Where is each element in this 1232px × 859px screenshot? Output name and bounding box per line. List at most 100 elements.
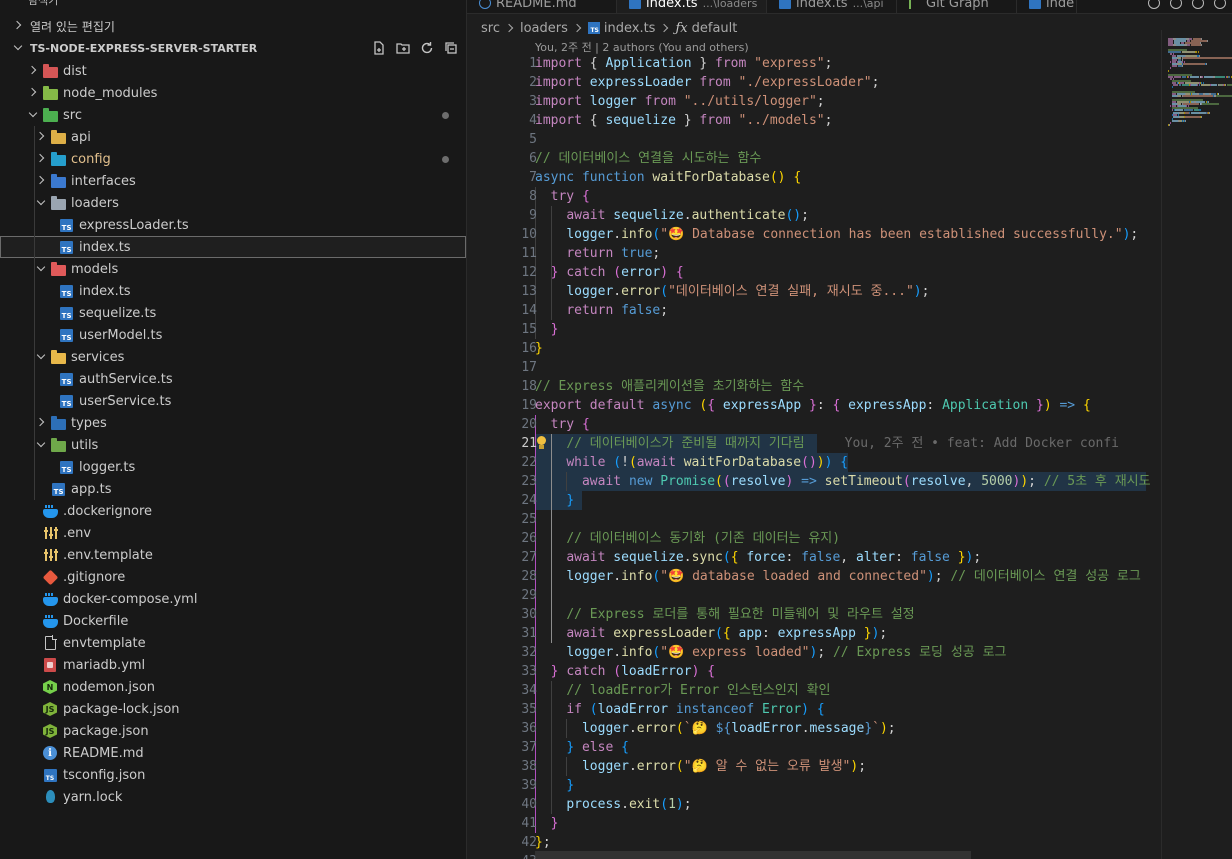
code-line[interactable]: 5 [467, 130, 1161, 149]
code-line[interactable]: 41 } [467, 814, 1161, 833]
history-icon[interactable] [1148, 0, 1160, 9]
go-forward-icon[interactable] [1192, 0, 1204, 9]
code-line[interactable]: 36 logger.error(`🤔 ${loadError.message}`… [467, 719, 1161, 738]
tree-item[interactable]: TS app.ts [0, 478, 466, 500]
new-file-icon[interactable] [371, 40, 387, 56]
tree-item[interactable]: dist [0, 60, 466, 82]
editor-tab[interactable]: README.md [467, 0, 617, 13]
code-line[interactable]: 25 [467, 510, 1161, 529]
code-line[interactable]: 4 import { sequelize } from "../models"; [467, 111, 1161, 130]
code-line[interactable]: 23 await new Promise((resolve) => setTim… [467, 472, 1161, 491]
code-line[interactable]: 35 if (loadError instanceof Error) { [467, 700, 1161, 719]
tree-item[interactable]: types [0, 412, 466, 434]
code-line[interactable]: 40 process.exit(1); [467, 795, 1161, 814]
more-actions-icon[interactable]: ··· [438, 0, 449, 5]
code-line[interactable]: 18// Express 애플리케이션을 초기화하는 함수 [467, 377, 1161, 396]
code-line[interactable]: 19 export default async ({ expressApp }: … [467, 396, 1161, 415]
breadcrumb-symbol[interactable]: default [692, 21, 738, 36]
code-line[interactable]: 7 async function waitForDatabase() { [467, 168, 1161, 187]
code-line[interactable]: 2 import expressLoader from "./expressLoa… [467, 73, 1161, 92]
code-line[interactable]: 6// 데이터베이스 연결을 시도하는 함수 [467, 149, 1161, 168]
git-blame-header[interactable]: You, 2주 전 | 2 authors (You and others) [535, 39, 749, 55]
tree-item[interactable]: JS package.json [0, 720, 466, 742]
lightbulb-icon[interactable] [536, 436, 547, 450]
tree-item[interactable]: TS userModel.ts [0, 324, 466, 346]
tree-item[interactable]: yarn.lock [0, 786, 466, 808]
code-line[interactable]: 32 logger.info("🤩 express loaded"); // E… [467, 643, 1161, 662]
code-line[interactable]: 20 try { [467, 415, 1161, 434]
code-line[interactable]: 22 while (!(await waitForDatabase())) { [467, 453, 1161, 472]
horizontal-scrollbar[interactable] [535, 851, 971, 859]
code-line[interactable]: 15 } [467, 320, 1161, 339]
code-line[interactable]: 30 // Express 로더를 통해 필요한 미들웨어 및 라우트 설정 [467, 605, 1161, 624]
minimap[interactable] [1161, 30, 1232, 859]
code-line[interactable]: 31 await expressLoader({ app: expressApp… [467, 624, 1161, 643]
tree-item[interactable]: TS logger.ts [0, 456, 466, 478]
code-line[interactable]: 42}; [467, 833, 1161, 852]
code-editor[interactable]: 1 import { Application } from "express"; 2… [467, 54, 1161, 859]
tree-item[interactable]: Dockerfile [0, 610, 466, 632]
code-line[interactable]: 34 // loadError가 Error 인스턴스인지 확인 [467, 681, 1161, 700]
info-icon[interactable] [1214, 0, 1226, 9]
tree-item[interactable]: mariadb.yml [0, 654, 466, 676]
tree-item[interactable]: JS package-lock.json [0, 698, 466, 720]
breadcrumb-src[interactable]: src [481, 21, 500, 36]
tree-item[interactable]: TS sequelize.ts [0, 302, 466, 324]
breadcrumb-file[interactable]: index.ts [604, 21, 656, 36]
code-line[interactable]: 3 import logger from "../utils/logger"; [467, 92, 1161, 111]
code-line[interactable]: 27 await sequelize.sync({ force: false, … [467, 548, 1161, 567]
go-back-icon[interactable] [1170, 0, 1182, 9]
code-line[interactable]: 1 import { Application } from "express"; [467, 54, 1161, 73]
code-line[interactable]: 13 logger.error("데이터베이스 연결 실패, 재시도 중..."… [467, 282, 1161, 301]
tree-item[interactable]: TS expressLoader.ts [0, 214, 466, 236]
tree-item[interactable]: node_modules [0, 82, 466, 104]
code-line[interactable]: 21 // 데이터베이스가 준비될 때까지 기다림 You, 2주 전 • fea… [467, 434, 1161, 453]
tree-item[interactable]: TS userService.ts [0, 390, 466, 412]
tree-item[interactable]: TS tsconfig.json [0, 764, 466, 786]
tree-item[interactable]: services [0, 346, 466, 368]
tree-item[interactable]: TS index.ts [0, 236, 466, 258]
breadcrumb-loaders[interactable]: loaders [520, 21, 568, 36]
code-line[interactable]: 17 [467, 358, 1161, 377]
code-line[interactable]: 12 } catch (error) { [467, 263, 1161, 282]
open-editors-section-header[interactable]: 열려 있는 편집기 [0, 15, 466, 37]
tree-item[interactable]: .gitignore [0, 566, 466, 588]
code-line[interactable]: 28 logger.info("🤩 database loaded and co… [467, 567, 1161, 586]
refresh-icon[interactable] [419, 40, 435, 56]
code-line[interactable]: 16} [467, 339, 1161, 358]
project-section-header[interactable]: TS-NODE-EXPRESS-SERVER-STARTER [0, 37, 466, 59]
tree-item[interactable]: src [0, 104, 466, 126]
code-line[interactable]: 10 logger.info("🤩 Database connection ha… [467, 225, 1161, 244]
tree-item[interactable]: loaders [0, 192, 466, 214]
editor-tab[interactable]: Git Graph [897, 0, 1017, 13]
tree-item[interactable]: .env.template [0, 544, 466, 566]
code-line[interactable]: 8 try { [467, 187, 1161, 206]
tree-item[interactable]: .dockerignore [0, 500, 466, 522]
editor-tab[interactable]: index.ts ...\api [767, 0, 897, 13]
code-line[interactable]: 14 return false; [467, 301, 1161, 320]
tree-item[interactable]: i README.md [0, 742, 466, 764]
tree-item[interactable]: TS authService.ts [0, 368, 466, 390]
tree-item[interactable]: .env [0, 522, 466, 544]
editor-tab[interactable]: inde [1017, 0, 1077, 13]
code-line[interactable]: 33 } catch (loadError) { [467, 662, 1161, 681]
code-line[interactable]: 24 } [467, 491, 1161, 510]
code-line[interactable]: 39 } [467, 776, 1161, 795]
code-line[interactable]: 37 } else { [467, 738, 1161, 757]
collapse-all-icon[interactable] [443, 40, 459, 56]
code-line[interactable]: 9 await sequelize.authenticate(); [467, 206, 1161, 225]
tree-item[interactable]: api [0, 126, 466, 148]
tree-item[interactable]: models [0, 258, 466, 280]
code-line[interactable]: 38 logger.error("🤔 알 수 없는 오류 발생"); [467, 757, 1161, 776]
tree-item[interactable]: config [0, 148, 466, 170]
tree-item[interactable]: envtemplate [0, 632, 466, 654]
tree-item[interactable]: docker-compose.yml [0, 588, 466, 610]
code-line[interactable]: 29 [467, 586, 1161, 605]
tree-item[interactable]: utils [0, 434, 466, 456]
code-line[interactable]: 26 // 데이터베이스 동기화 (기존 데이터는 유지) [467, 529, 1161, 548]
editor-tab[interactable]: index.ts ...\loaders [617, 0, 767, 13]
tree-item[interactable]: TS index.ts [0, 280, 466, 302]
tree-item[interactable]: Nnodemon.json [0, 676, 466, 698]
tree-item[interactable]: interfaces [0, 170, 466, 192]
new-folder-icon[interactable] [395, 40, 411, 56]
